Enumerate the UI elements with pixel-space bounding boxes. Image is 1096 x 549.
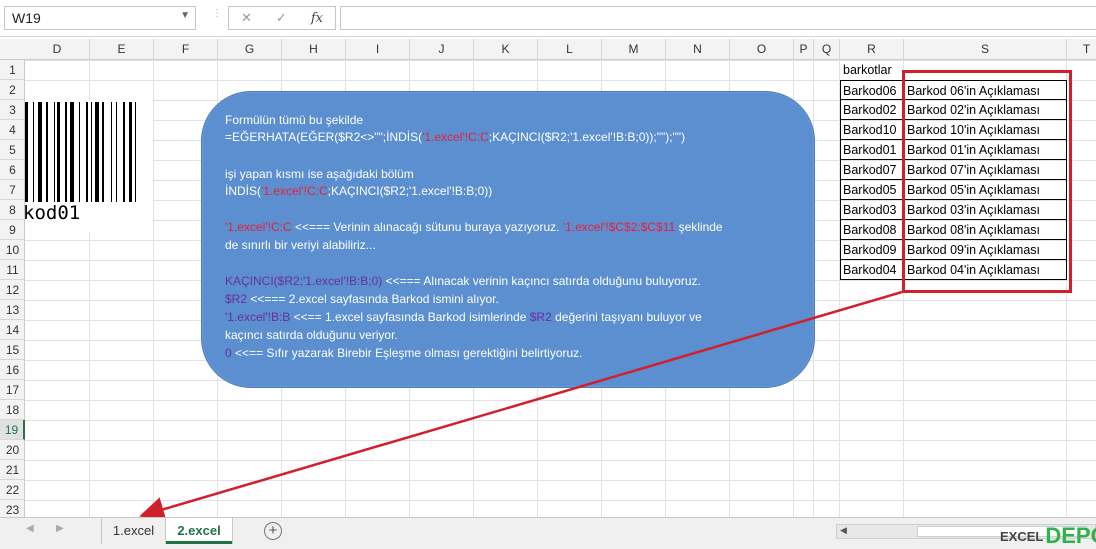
tab-sheet-1[interactable]: 1.excel [101, 518, 165, 544]
site-logo: EXCELDEPO [1000, 523, 1096, 548]
scroll-left-icon[interactable]: ◀ [840, 525, 847, 536]
sheet-tabs-bar: ◀ ▶ 1.excel 2.excel + ◀ [0, 517, 1096, 549]
add-sheet-icon[interactable]: + [264, 522, 282, 540]
tab-sheet-2[interactable]: 2.excel [166, 518, 232, 544]
prev-sheet-icon[interactable]: ◀ [26, 523, 34, 534]
next-sheet-icon[interactable]: ▶ [56, 523, 64, 534]
annotation-arrow [139, 290, 903, 522]
